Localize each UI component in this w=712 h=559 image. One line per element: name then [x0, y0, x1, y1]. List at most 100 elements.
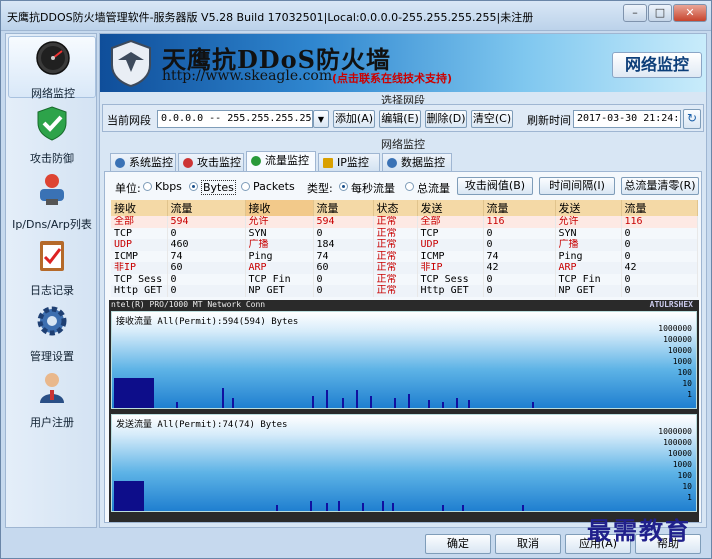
chevron-down-icon: ▼ [317, 115, 325, 124]
table-cell: 460 [167, 239, 246, 251]
close-button[interactable]: ✕ [673, 4, 707, 22]
traffic-spike [310, 501, 312, 511]
title-bar[interactable]: 天鹰抗DDOS防火墙管理软件-服务器版 V5.28 Build 17032501… [1, 1, 711, 31]
unit-radio-kbps[interactable] [143, 182, 152, 191]
tab-attack-monitor[interactable]: 攻击监控 [178, 153, 244, 171]
sidebar-label: 攻击防御 [30, 152, 74, 165]
sidebar-item-ip-list[interactable]: Ip/Dns/Arp列表 [8, 168, 96, 231]
table-cell: 正常 [373, 262, 418, 274]
column-header[interactable]: 流量 [621, 200, 698, 216]
unit-radio-bytes[interactable] [189, 182, 198, 191]
monitor-icon [115, 158, 125, 168]
table-row[interactable]: 非IP 60 ARP 60 正常 非IP 42 ARP 42 [111, 262, 698, 274]
table-cell: 0 [483, 227, 556, 239]
delete-button[interactable]: 删除(D) [425, 110, 467, 128]
type-label: 类型: [307, 182, 333, 195]
refresh-button[interactable]: ↻ [683, 109, 701, 129]
table-row[interactable]: TCP 0 SYN 0 正常 TCP 0 SYN 0 [111, 227, 698, 239]
nic-label: ntel(R) PRO/1000 MT Network Conn ATULRSH… [111, 301, 697, 309]
table-row[interactable]: UDP 460 广播 184 正常 UDP 0 广播 0 [111, 239, 698, 251]
table-cell: 正常 [373, 273, 418, 285]
column-header[interactable]: 发送 [555, 200, 622, 216]
table-cell: 184 [313, 239, 374, 251]
sidebar-item-network-monitor[interactable]: 网络监控 [8, 36, 96, 100]
data-icon [387, 158, 397, 168]
table-cell: 正常 [373, 216, 418, 228]
traffic-block [114, 481, 144, 511]
unit-option-packets[interactable]: Packets [253, 180, 295, 193]
traffic-spike [342, 398, 344, 408]
table-cell: 正常 [373, 250, 418, 262]
table-cell: 60 [313, 262, 374, 274]
app-window: 天鹰抗DDOS防火墙管理软件-服务器版 V5.28 Build 17032501… [0, 0, 712, 559]
sidebar-item-register[interactable]: 用户注册 [8, 366, 96, 429]
table-cell: Ping [245, 250, 314, 262]
attack-threshold-button[interactable]: 攻击阀值(B) [457, 177, 533, 195]
sidebar-label: 用户注册 [30, 416, 74, 429]
tab-traffic-monitor[interactable]: 流量监控 [246, 151, 316, 171]
graph-scale-label: 10 [682, 379, 692, 388]
table-cell: SYN [555, 227, 622, 239]
unit-option-bytes[interactable]: Bytes [201, 180, 236, 195]
table-cell: 0 [313, 273, 374, 285]
table-row[interactable]: 全部 594 允许 594 正常 全部 116 允许 116 [111, 216, 698, 228]
sidebar-item-settings[interactable]: 管理设置 [8, 300, 96, 363]
table-row[interactable]: TCP Sess 0 TCP Fin 0 正常 TCP Sess 0 TCP Fin 0 [111, 273, 698, 285]
sidebar-item-attack-defense[interactable]: 攻击防御 [8, 102, 96, 165]
table-cell: SYN [245, 227, 314, 239]
segment-select[interactable]: 0.0.0.0 -- 255.255.255.255 [157, 110, 313, 128]
reset-total-button[interactable]: 总流量清零(R) [621, 177, 699, 195]
segment-dropdown-button[interactable]: ▼ [313, 110, 329, 128]
add-button[interactable]: 添加(A) [333, 110, 375, 128]
column-header[interactable]: 发送 [417, 200, 484, 216]
maximize-button[interactable]: □ [648, 4, 672, 22]
table-cell: 全部 [111, 216, 168, 228]
table-row[interactable]: Http GET 0 NP GET 0 正常 Http GET 0 NP GET 0 [111, 285, 698, 297]
unit-radio-packets[interactable] [241, 182, 250, 191]
type-option-per-second[interactable]: 每秒流量 [351, 180, 395, 196]
sidebar-item-log[interactable]: 日志记录 [8, 234, 96, 297]
type-radio-per-second[interactable] [339, 182, 348, 191]
tab-data-monitor[interactable]: 数据监控 [382, 153, 452, 171]
column-header[interactable]: 接收 [245, 200, 314, 216]
clear-button[interactable]: 清空(C) [471, 110, 513, 128]
traffic-spike [312, 396, 314, 408]
column-header[interactable]: 接收 [111, 200, 168, 216]
table-cell: TCP Fin [245, 273, 314, 285]
table-cell: 允许 [555, 216, 622, 228]
table-row[interactable]: ICMP 74 Ping 74 正常 ICMP 74 Ping 0 [111, 250, 698, 262]
column-header[interactable]: 流量 [483, 200, 556, 216]
table-cell: 0 [483, 273, 556, 285]
tab-system-monitor[interactable]: 系统监控 [110, 153, 176, 171]
traffic-spike [356, 390, 358, 408]
user-icon [40, 373, 64, 403]
column-header[interactable]: 流量 [313, 200, 374, 216]
cancel-button[interactable]: 取消 [495, 534, 561, 554]
table-cell: 116 [483, 216, 556, 228]
table-cell: NP GET [555, 285, 622, 297]
banner[interactable]: 天鹰抗DDoS防火墙 http://www.skeagle.com (点击联系在… [100, 34, 706, 92]
minimize-button[interactable]: – [623, 4, 647, 22]
support-link[interactable]: (点击联系在线技术支持) [332, 70, 452, 86]
table-cell: 0 [621, 250, 698, 262]
table-cell: TCP Sess [111, 273, 168, 285]
edit-button[interactable]: 编辑(E) [379, 110, 421, 128]
banner-url[interactable]: http://www.skeagle.com [162, 68, 332, 84]
sidebar-label: 网络监控 [31, 87, 75, 100]
segment-group: 当前网段 0.0.0.0 -- 255.255.255.255 ▼ 添加(A) … [102, 104, 704, 132]
type-option-total[interactable]: 总流量 [417, 180, 450, 196]
column-header[interactable]: 状态 [373, 200, 418, 216]
table-cell: 0 [313, 227, 374, 239]
tab-ip-monitor[interactable]: IP监控 [318, 153, 380, 171]
column-header[interactable]: 流量 [167, 200, 246, 216]
traffic-spike [392, 503, 394, 511]
nic-name: ntel(R) PRO/1000 MT Network Conn [111, 300, 266, 309]
type-radio-total[interactable] [405, 182, 414, 191]
ok-button[interactable]: 确定 [425, 534, 491, 554]
table-cell: 0 [621, 273, 698, 285]
time-interval-button[interactable]: 时间间隔(I) [539, 177, 615, 195]
monitor-group-title: 网络监控 [381, 138, 425, 151]
unit-option-kbps[interactable]: Kbps [155, 180, 182, 193]
traffic-spike [232, 398, 234, 408]
table-cell: 594 [167, 216, 246, 228]
